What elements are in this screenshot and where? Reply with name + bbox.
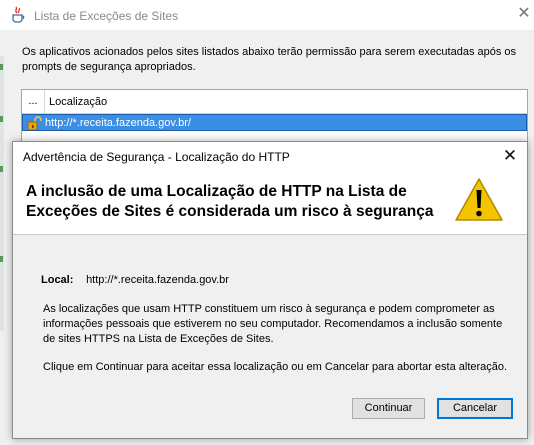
java-icon (12, 6, 25, 23)
unlocked-padlock-icon (27, 116, 42, 130)
security-warning-dialog: Advertência de Segurança - Localização d… (12, 141, 528, 439)
location-value: http://*.receita.fazenda.gov.br (86, 274, 229, 286)
warning-triangle-icon (455, 178, 503, 221)
window-title: Lista de Exceções de Sites (34, 9, 179, 23)
dialog-title: Advertência de Segurança - Localização d… (23, 150, 290, 164)
location-line: Local: http://*.receita.fazenda.gov.br (41, 274, 229, 286)
table-row[interactable]: http://*.receita.fazenda.gov.br/ (22, 114, 527, 131)
close-icon[interactable]: ✕ (501, 146, 519, 166)
column-header-dots[interactable]: ... (22, 90, 45, 113)
title-bar: Lista de Exceções de Sites ✕ (0, 0, 534, 30)
description-text: Os aplicativos acionados pelos sites lis… (22, 46, 517, 73)
instruction-text: Clique em Continuar para aceitar essa lo… (43, 361, 508, 373)
table-header: ... Localização (22, 90, 527, 114)
close-icon[interactable]: ✕ (516, 5, 532, 23)
warning-banner: A inclusão de uma Localização de HTTP na… (13, 171, 527, 235)
row-url: http://*.receita.fazenda.gov.br/ (45, 117, 191, 129)
column-header-location[interactable]: Localização (49, 96, 107, 108)
location-label: Local: (41, 274, 74, 286)
dialog-title-bar: Advertência de Segurança - Localização d… (13, 142, 527, 171)
warning-heading: A inclusão de uma Localização de HTTP na… (26, 183, 434, 220)
risk-explanation: As localizações que usam HTTP constituem… (43, 303, 503, 345)
left-edge-strip (0, 56, 4, 331)
continue-button[interactable]: Continuar (352, 398, 425, 419)
cancel-button[interactable]: Cancelar (437, 398, 513, 419)
